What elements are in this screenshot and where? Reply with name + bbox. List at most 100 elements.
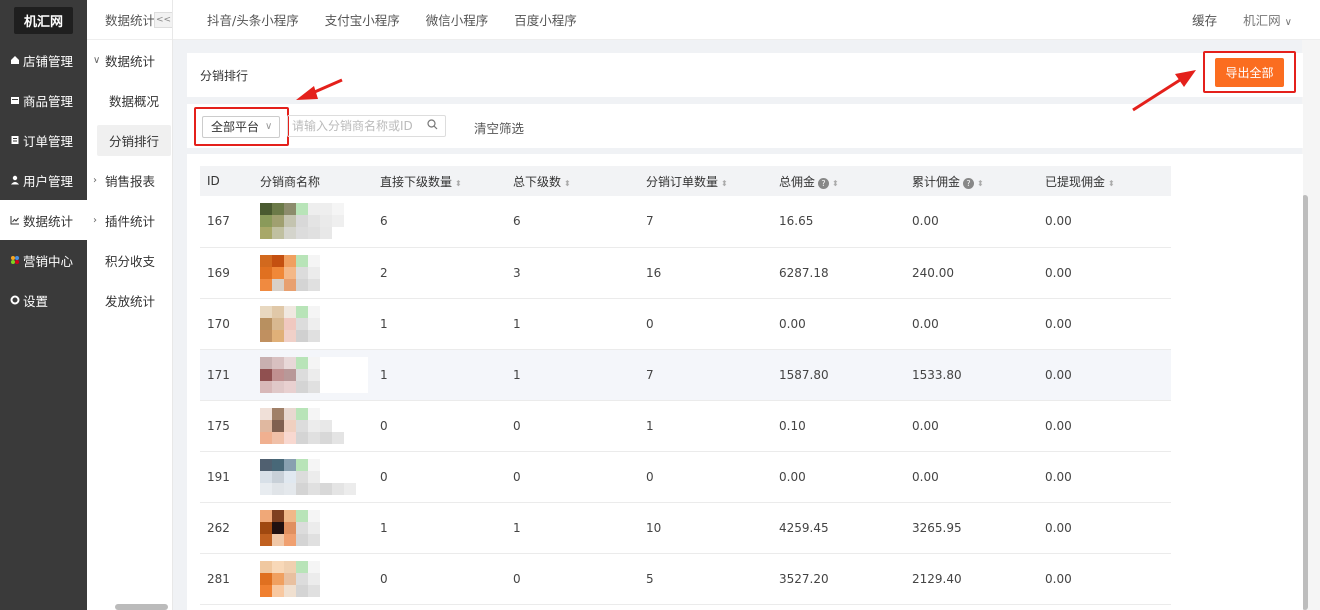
logo[interactable]: 机汇网 — [0, 0, 87, 40]
col-header-commission[interactable]: 总佣金? ⬍ — [772, 166, 905, 196]
table-container: ID 分销商名称 直接下级数量 ⬍ 总下级数 ⬍ 分销订单数量 ⬍ 总佣金? ⬍ 累计佣… — [187, 154, 1303, 610]
cell-orders: 7 — [639, 349, 772, 401]
avatar-name-mosaic — [260, 509, 368, 546]
sidebar-item-product[interactable]: 商品管理 — [0, 80, 87, 120]
table-header-row: ID 分销商名称 直接下级数量 ⬍ 总下级数 ⬍ 分销订单数量 ⬍ 总佣金? ⬍ 累计佣… — [200, 166, 1171, 196]
submenu-item-label: 积分收支 — [105, 253, 156, 269]
header-label: ID — [207, 174, 220, 188]
cell-commission: 0.00 — [772, 451, 905, 503]
tab-alipay[interactable]: 支付宝小程序 — [325, 10, 400, 29]
user-icon — [9, 175, 20, 186]
submenu-item-points[interactable]: 积分收支 — [87, 240, 172, 280]
sort-icon[interactable]: ⬍ — [977, 179, 984, 188]
sidebar-item-store[interactable]: 店铺管理 — [0, 40, 87, 80]
cell-direct: 0 — [373, 400, 506, 452]
submenu-title: 数据统计 — [105, 13, 156, 28]
cell-accum: 0.00 — [905, 196, 1038, 248]
col-header-id: ID — [200, 166, 253, 196]
cell-name — [253, 247, 373, 299]
platform-select-value: 全部平台 — [211, 120, 260, 134]
user-menu[interactable]: 机汇网 ∨ — [1243, 10, 1292, 29]
cell-accum: 240.00 — [905, 247, 1038, 299]
cell-commission: 4259.45 — [772, 502, 905, 554]
product-icon — [9, 95, 20, 106]
export-highlight: 导出全部 — [1203, 51, 1296, 93]
table-row[interactable]: 191 0 0 0 0.00 0.00 0.00 — [200, 451, 1171, 503]
avatar-name-mosaic — [260, 254, 368, 291]
header-label: 直接下级数量 — [380, 174, 453, 189]
sort-icon[interactable]: ⬍ — [832, 179, 839, 188]
cell-withdrawn: 0.00 — [1038, 247, 1171, 299]
col-header-orders[interactable]: 分销订单数量 ⬍ — [639, 166, 772, 196]
col-header-accum[interactable]: 累计佣金? ⬍ — [905, 166, 1038, 196]
sort-icon[interactable]: ⬍ — [1108, 179, 1115, 188]
platform-highlight: 全部平台 ∨ — [194, 107, 289, 146]
cell-total-sub: 1 — [506, 502, 639, 554]
cache-button[interactable]: 缓存 — [1192, 10, 1217, 29]
submenu-group-stats[interactable]: ∨ 数据统计 — [87, 40, 172, 80]
col-header-withdrawn[interactable]: 已提现佣金 ⬍ — [1038, 166, 1171, 196]
cell-orders: 0 — [639, 298, 772, 350]
table-row[interactable]: 171 1 1 7 1587.80 1533.80 0.00 — [200, 349, 1171, 401]
table-row[interactable]: 167 6 6 7 16.65 0.00 0.00 — [200, 196, 1171, 248]
sidebar-item-label: 订单管理 — [23, 133, 74, 149]
submenu-item-overview[interactable]: 数据概况 — [87, 80, 172, 120]
submenu-item-issue[interactable]: 发放统计 — [87, 280, 172, 320]
col-header-direct[interactable]: 直接下级数量 ⬍ — [373, 166, 506, 196]
table-row[interactable]: 281 0 0 5 3527.20 2129.40 0.00 — [200, 553, 1171, 605]
top-bar: 抖音/头条小程序 支付宝小程序 微信小程序 百度小程序 缓存 机汇网 ∨ — [173, 0, 1320, 40]
sub-menu: 数据统计 << ∨ 数据统计 数据概况 分销排行 › 销售报表 › 插件统计 积分收支… — [87, 0, 173, 610]
search-input[interactable] — [292, 119, 427, 133]
horizontal-scrollbar[interactable] — [115, 604, 168, 610]
search-box — [287, 115, 446, 137]
platform-select[interactable]: 全部平台 ∨ — [202, 115, 280, 138]
avatar-name-mosaic — [260, 407, 368, 444]
sidebar-item-marketing[interactable]: 营销中心 — [0, 240, 87, 280]
tab-douyin[interactable]: 抖音/头条小程序 — [207, 10, 299, 29]
help-icon[interactable]: ? — [963, 177, 975, 189]
cell-orders: 10 — [639, 502, 772, 554]
cell-total-sub: 1 — [506, 349, 639, 401]
cell-direct: 0 — [373, 451, 506, 503]
tab-wechat[interactable]: 微信小程序 — [426, 10, 489, 29]
table-row[interactable]: 169 2 3 16 6287.18 240.00 0.00 — [200, 247, 1171, 299]
submenu-item-ranking[interactable]: 分销排行 — [87, 120, 172, 160]
sort-icon[interactable]: ⬍ — [564, 179, 571, 188]
cell-withdrawn: 0.00 — [1038, 196, 1171, 248]
sort-icon[interactable]: ⬍ — [721, 179, 728, 188]
search-icon[interactable] — [427, 119, 438, 133]
sidebar-item-label: 数据统计 — [23, 213, 74, 229]
cell-id: 262 — [200, 502, 253, 554]
submenu-group-sales[interactable]: › 销售报表 — [87, 160, 172, 200]
cell-name — [253, 502, 373, 554]
table-row[interactable]: 170 1 1 0 0.00 0.00 0.00 — [200, 298, 1171, 350]
cell-orders: 1 — [639, 400, 772, 452]
cell-name — [253, 349, 373, 401]
clear-filter-button[interactable]: 清空筛选 — [474, 118, 524, 137]
export-all-button[interactable]: 导出全部 — [1215, 57, 1284, 87]
col-header-total-sub[interactable]: 总下级数 ⬍ — [506, 166, 639, 196]
cell-withdrawn: 0.00 — [1038, 349, 1171, 401]
table-row[interactable]: 175 0 0 1 0.10 0.00 0.00 — [200, 400, 1171, 452]
page-title: 分销排行 — [187, 53, 1303, 97]
tab-baidu[interactable]: 百度小程序 — [514, 10, 577, 29]
submenu-item-label: 分销排行 — [97, 124, 172, 156]
cell-id: 170 — [200, 298, 253, 350]
sidebar-item-order[interactable]: 订单管理 — [0, 120, 87, 160]
submenu-group-plugin[interactable]: › 插件统计 — [87, 200, 172, 240]
cell-id: 171 — [200, 349, 253, 401]
collapse-button[interactable]: << — [154, 12, 172, 28]
cell-commission: 0.00 — [772, 298, 905, 350]
chevron-down-icon: ∨ — [265, 121, 273, 132]
cell-commission: 3527.20 — [772, 553, 905, 605]
table-row[interactable]: 262 1 1 10 4259.45 3265.95 0.00 — [200, 502, 1171, 554]
sidebar-item-user[interactable]: 用户管理 — [0, 160, 87, 200]
chevron-right-icon: › — [93, 214, 97, 226]
cell-direct: 6 — [373, 196, 506, 248]
header-label: 总下级数 — [513, 174, 562, 189]
help-icon[interactable]: ? — [818, 177, 830, 189]
sidebar-item-settings[interactable]: 设置 — [0, 280, 87, 320]
sidebar-item-data[interactable]: 数据统计 — [0, 200, 87, 240]
sort-icon[interactable]: ⬍ — [455, 179, 462, 188]
logo-text: 机汇网 — [13, 6, 73, 34]
